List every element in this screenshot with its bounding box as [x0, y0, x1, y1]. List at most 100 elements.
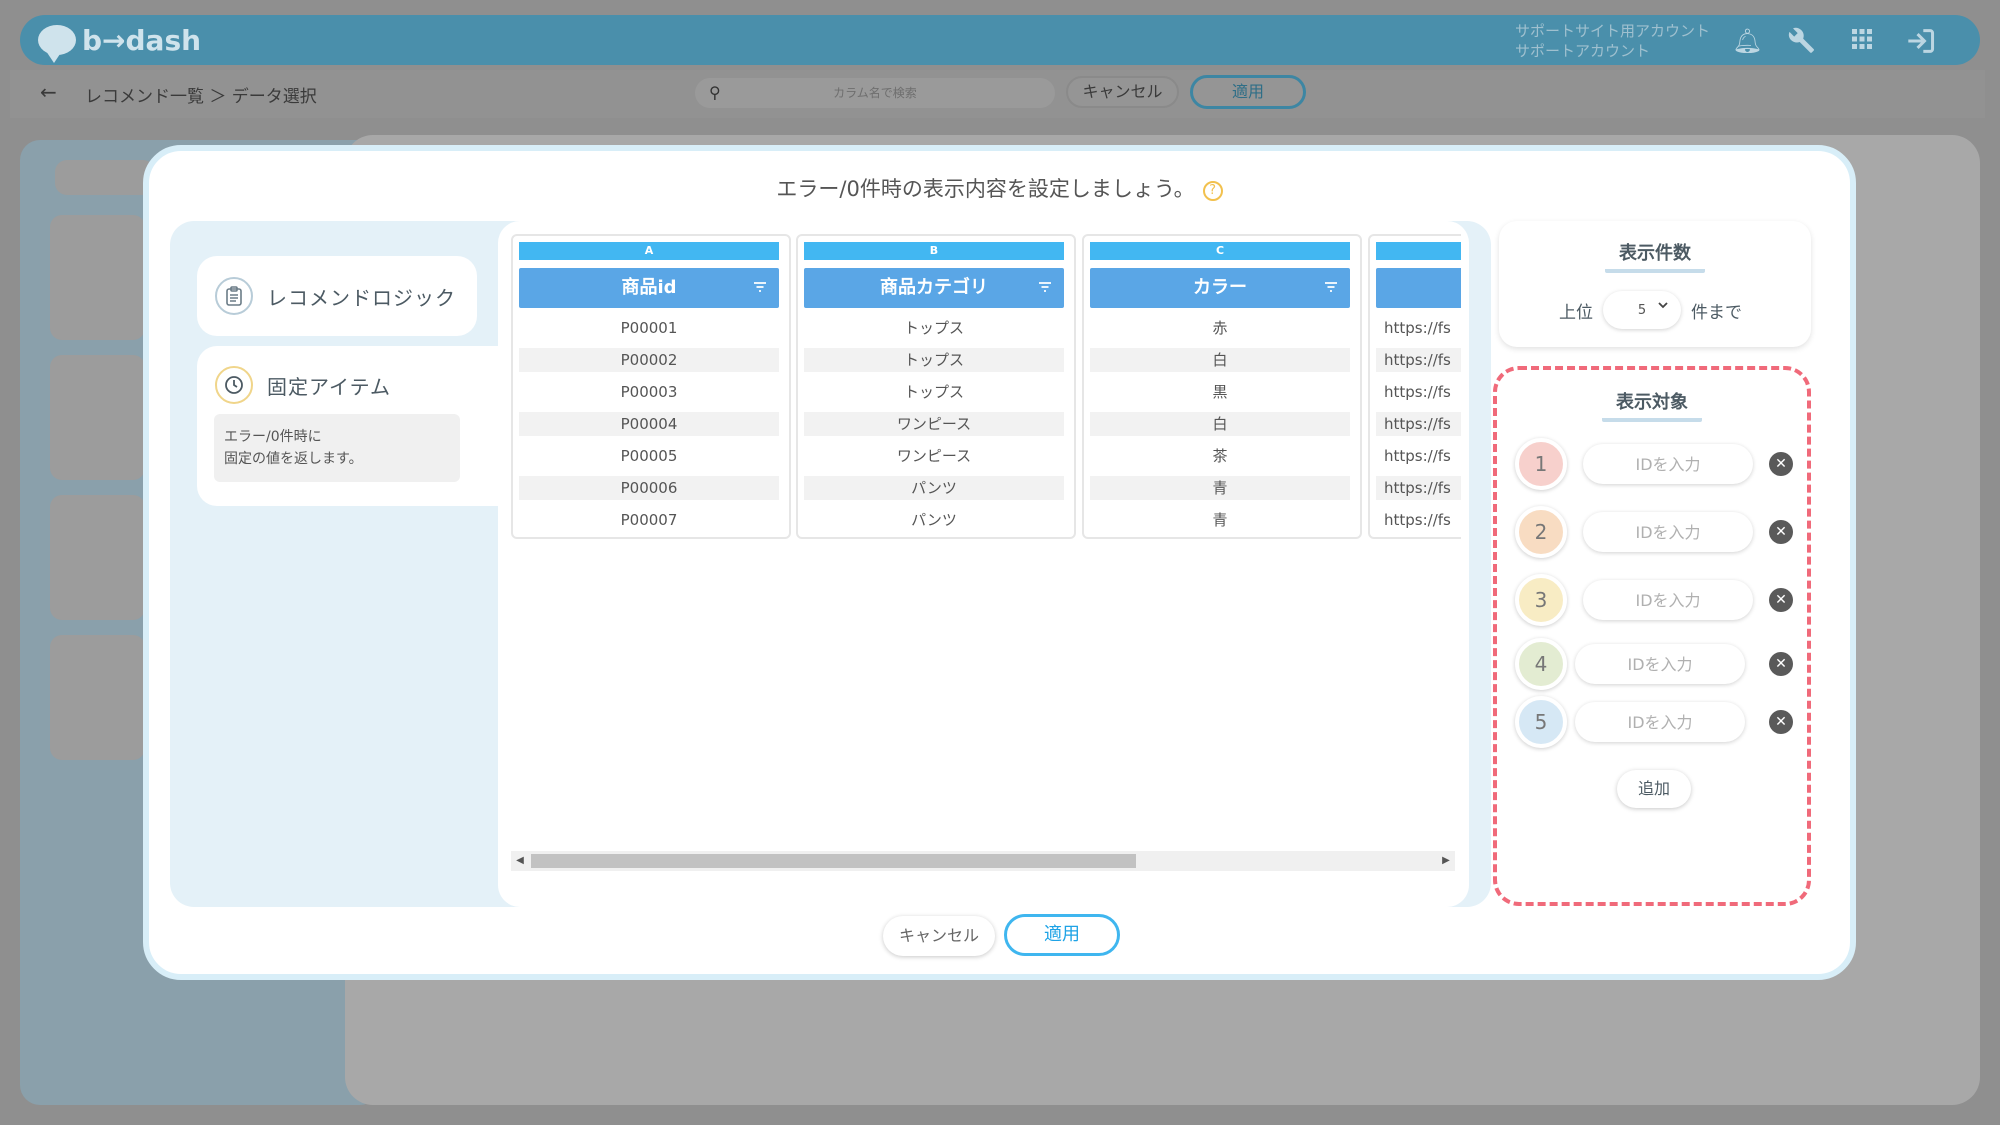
target-row: 1✕	[1515, 438, 1805, 490]
table-cell: 青	[1090, 476, 1350, 500]
horizontal-scrollbar[interactable]: ◀ ▶	[511, 851, 1455, 871]
wrench-icon[interactable]	[1788, 27, 1816, 55]
background-card	[50, 635, 145, 760]
logo-text: b→dash	[82, 23, 202, 57]
id-input[interactable]	[1583, 580, 1753, 620]
scrollbar-thumb[interactable]	[531, 854, 1136, 868]
clear-icon[interactable]: ✕	[1769, 452, 1793, 476]
id-input[interactable]	[1575, 702, 1745, 742]
logo-bubble-icon	[38, 25, 76, 63]
bell-icon[interactable]: 🔔︎	[1732, 27, 1762, 55]
table-cell: https://fs	[1384, 511, 1451, 529]
add-button[interactable]: 追加	[1617, 770, 1691, 808]
background-chip	[55, 160, 155, 195]
display-count-row: 上位 5 件まで	[1559, 291, 1742, 329]
help-icon[interactable]: ?	[1202, 181, 1223, 201]
table-cell: https://fs	[1376, 348, 1461, 372]
filter-icon[interactable]	[1038, 268, 1052, 308]
table-column: A 商品id P00001 P00002 P00003 P00004 P00005 P0000…	[511, 234, 791, 539]
column-header[interactable]: 商品id	[519, 268, 779, 308]
row-number-badge: 2	[1515, 506, 1567, 558]
fixed-item-label: 固定アイテム	[267, 374, 391, 399]
modal-title: エラー/0件時の表示内容を設定しましょう。?	[149, 173, 1850, 203]
table-cell: 白	[1090, 412, 1350, 436]
modal-cancel-button[interactable]: キャンセル	[883, 916, 995, 956]
table-cell: https://fs	[1384, 319, 1451, 337]
table-column: B 商品カテゴリ トップス トップス トップス ワンピース ワンピース パンツ パンツ	[796, 234, 1076, 539]
column-header-label: カラー	[1193, 277, 1247, 298]
search-placeholder: カラム名で検索	[833, 86, 917, 100]
row-number-badge: 1	[1515, 438, 1567, 490]
table-cell: ワンピース	[896, 447, 972, 465]
recommend-logic-option[interactable]: レコメンドロジック	[197, 256, 477, 336]
display-target-title: 表示対象	[1497, 388, 1807, 422]
clipboard-icon	[215, 277, 253, 315]
target-row: 3✕	[1515, 574, 1805, 626]
table-cell: パンツ	[804, 476, 1064, 500]
breadcrumb: レコメンド一覧 ＞ データ選択	[85, 87, 317, 107]
count-suffix: 件まで	[1691, 302, 1742, 323]
background-card	[50, 355, 145, 480]
modal-apply-button[interactable]: 適用	[1004, 914, 1120, 956]
table-cell: https://fs	[1376, 412, 1461, 436]
modal-title-text: エラー/0件時の表示内容を設定しましょう。	[776, 177, 1195, 201]
scroll-right-icon[interactable]: ▶	[1437, 851, 1455, 871]
display-count-card: 表示件数 上位 5 件まで	[1499, 221, 1811, 347]
fixed-desc-line-1: エラー/0件時に	[224, 429, 322, 445]
target-row: 2✕	[1515, 506, 1805, 558]
search-icon: ⚲	[709, 83, 721, 102]
grid-icon[interactable]	[1848, 27, 1876, 55]
header-cancel-button[interactable]: キャンセル	[1066, 76, 1179, 108]
clear-icon[interactable]: ✕	[1769, 588, 1793, 612]
table-cell: トップス	[804, 348, 1064, 372]
clear-icon[interactable]: ✕	[1769, 520, 1793, 544]
column-header[interactable]: 商	[1376, 268, 1461, 308]
table-column: C カラー赤白黒白茶青青	[1082, 234, 1362, 539]
table-cell: P00003	[620, 383, 678, 401]
table-cell: パンツ	[911, 511, 957, 529]
table-column: 商 https://fs https://fs https://fs https://f…	[1368, 234, 1461, 539]
count-select[interactable]: 5	[1603, 291, 1681, 329]
fixed-item-option[interactable]: 固定アイテム エラー/0件時に 固定の値を返します。	[197, 346, 502, 506]
chevron-down-icon	[1657, 299, 1669, 315]
table-cell: 茶	[1212, 447, 1228, 465]
column-letter: A	[519, 242, 779, 260]
data-preview-table: A 商品id P00001 P00002 P00003 P00004 P00005 P0000…	[498, 221, 1469, 907]
fixed-item-description: エラー/0件時に 固定の値を返します。	[214, 414, 460, 482]
table-cell: 赤	[1212, 319, 1228, 337]
column-letter: C	[1090, 242, 1350, 260]
clear-icon[interactable]: ✕	[1769, 710, 1793, 734]
column-header[interactable]: 商品カテゴリ	[804, 268, 1064, 308]
id-input[interactable]	[1575, 644, 1745, 684]
column-header[interactable]: カラー	[1090, 268, 1350, 308]
display-count-title: 表示件数	[1499, 239, 1811, 273]
id-input[interactable]	[1583, 512, 1753, 552]
account-info[interactable]: サポートサイト用アカウント サポートアカウント	[1515, 21, 1710, 61]
filter-icon[interactable]	[1324, 268, 1338, 308]
count-prefix: 上位	[1559, 302, 1593, 323]
filter-icon[interactable]	[753, 268, 767, 308]
table-cell: 青	[1212, 511, 1228, 529]
count-value: 5	[1637, 302, 1647, 318]
header-apply-button[interactable]: 適用	[1190, 75, 1306, 109]
table-cell: トップス	[903, 383, 964, 401]
back-arrow-icon[interactable]: ←	[40, 80, 57, 104]
scroll-left-icon[interactable]: ◀	[511, 851, 529, 871]
clear-icon[interactable]: ✕	[1769, 652, 1793, 676]
table-cell: https://fs	[1384, 447, 1451, 465]
table-cell: 白	[1090, 348, 1350, 372]
table-cell: 黒	[1212, 383, 1228, 401]
recommend-logic-label: レコメンドロジック	[267, 285, 456, 310]
table-cell: P00004	[519, 412, 779, 436]
display-target-box: 表示対象 1✕2✕3✕4✕5✕ 追加	[1493, 366, 1811, 906]
table-cell: P00006	[519, 476, 779, 500]
table-cell: P00001	[620, 319, 678, 337]
logout-icon[interactable]	[1906, 27, 1935, 55]
table-columns: A 商品id P00001 P00002 P00003 P00004 P00005 P0000…	[511, 234, 1461, 539]
fixed-desc-line-2: 固定の値を返します。	[224, 451, 363, 467]
id-input[interactable]	[1583, 444, 1753, 484]
target-row: 4✕	[1515, 638, 1805, 690]
column-search-input[interactable]: ⚲ カラム名で検索	[695, 78, 1055, 108]
table-cell: P00002	[519, 348, 779, 372]
table-cell: トップス	[903, 319, 964, 337]
